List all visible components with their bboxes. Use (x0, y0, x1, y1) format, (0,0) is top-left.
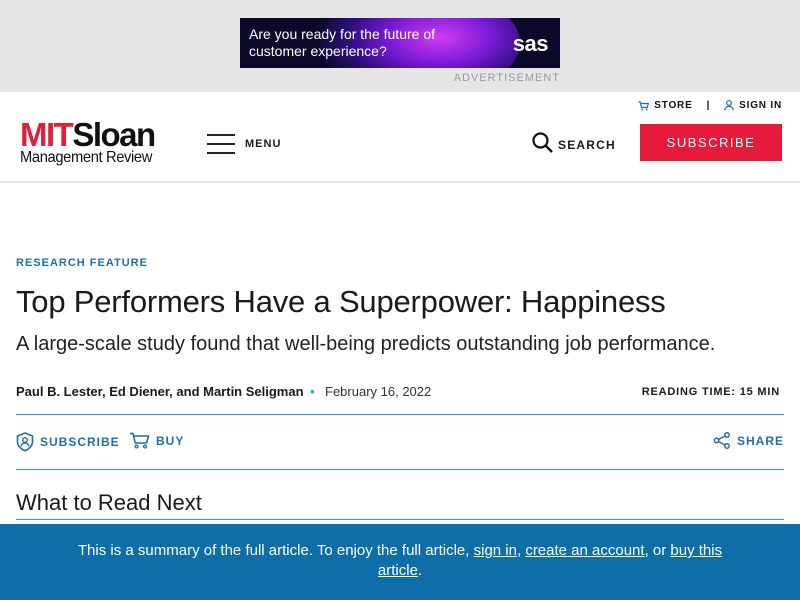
notice-suffix: . (417, 562, 423, 579)
logo-wordmark: MITSloan (20, 118, 164, 151)
menu-label: MENU (245, 138, 282, 150)
share-icon (713, 432, 731, 449)
article-authors[interactable]: Paul B. Lester, Ed Diener, and Martin Se… (16, 384, 304, 399)
search-icon (532, 132, 553, 158)
menu-button[interactable]: MENU (207, 134, 281, 154)
ad-logo: sas (512, 31, 549, 56)
ad-band: Are you ready for the future of customer… (0, 0, 800, 92)
store-label: STORE (654, 100, 693, 111)
logo-sloan: Sloan (72, 116, 156, 153)
utility-separator: | (706, 100, 711, 111)
paywall-notice: This is a summary of the full article. T… (0, 524, 800, 600)
article-title: Top Performers Have a Superpower: Happin… (16, 284, 666, 319)
read-next-heading: What to Read Next (16, 490, 202, 515)
logo-mit: MIT (20, 116, 74, 153)
article-date: February 16, 2022 (325, 384, 432, 399)
ad-text: Are you ready for the future of customer… (249, 26, 435, 59)
ad-banner[interactable]: Are you ready for the future of customer… (240, 18, 560, 68)
article-dek: A large-scale study found that well-bein… (16, 333, 716, 355)
article-subscribe-button[interactable]: SUBSCRIBE (16, 432, 120, 452)
cart-icon (638, 100, 650, 111)
page: Are you ready for the future of customer… (0, 0, 800, 600)
byline-dot: • (310, 384, 315, 399)
share-button[interactable]: SHARE (713, 432, 784, 449)
shield-user-icon (16, 432, 34, 452)
logo-subtitle: Management Review (20, 149, 153, 166)
signin-link[interactable]: SIGN IN (724, 100, 782, 111)
article-actions: SUBSCRIBE BUY SHARE (16, 414, 784, 470)
reading-time: READING TIME: 15 MIN (641, 386, 780, 398)
ad-label: ADVERTISEMENT (453, 72, 560, 84)
cart-icon (129, 432, 150, 449)
read-next-divider (16, 519, 784, 520)
hamburger-icon (207, 134, 235, 154)
notice-sep-2: , or (644, 542, 671, 559)
share-label: SHARE (736, 433, 784, 448)
search-label: SEARCH (558, 138, 616, 152)
signin-link-notice[interactable]: sign in (474, 542, 517, 559)
create-account-link[interactable]: create an account (525, 542, 644, 559)
notice-prefix: This is a summary of the full article. T… (77, 542, 474, 559)
subscribe-button[interactable]: SUBSCRIBE (640, 124, 782, 161)
article-kicker[interactable]: RESEARCH FEATURE (16, 257, 148, 269)
user-icon (724, 100, 734, 111)
site-header: STORE | SIGN IN MITSloan Management Revi… (0, 92, 800, 183)
buy-label: BUY (156, 433, 185, 448)
search-button[interactable]: SEARCH (532, 132, 616, 158)
site-logo[interactable]: MITSloan Management Review (20, 118, 164, 166)
signin-label: SIGN IN (739, 100, 782, 111)
store-link[interactable]: STORE (638, 100, 692, 111)
notice-text: This is a summary of the full article. T… (60, 541, 740, 581)
utility-links: STORE | SIGN IN (638, 100, 782, 111)
byline: Paul B. Lester, Ed Diener, and Martin Se… (16, 384, 784, 404)
buy-button[interactable]: BUY (129, 432, 184, 449)
article-subscribe-label: SUBSCRIBE (40, 435, 120, 449)
